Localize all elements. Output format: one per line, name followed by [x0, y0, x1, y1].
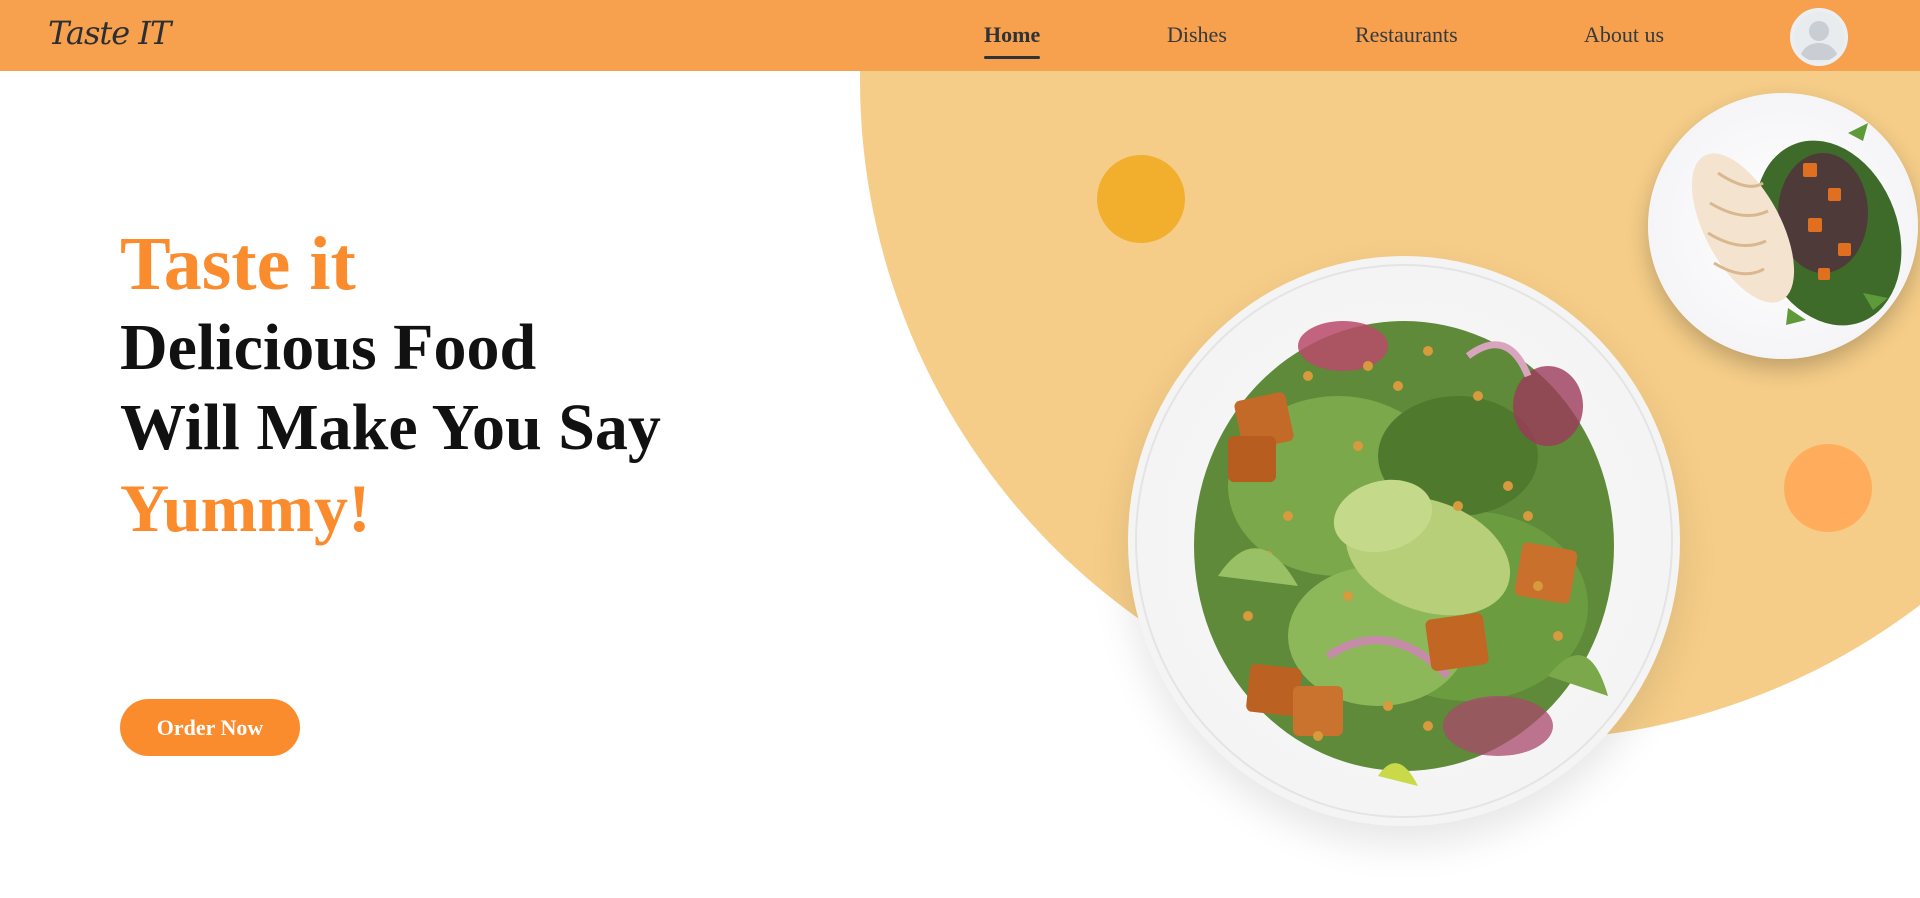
landing-page: Taste IT Home Dishes Restaurants About u… [0, 0, 1920, 898]
hero-line-yummy: Yummy! [120, 470, 371, 546]
active-nav-underline [984, 56, 1041, 59]
nav-dishes[interactable]: Dishes [1167, 22, 1227, 48]
hero-line-delicious-food: Delicious Food [120, 311, 537, 384]
decorative-dot-gold [1097, 155, 1185, 243]
brand-logo[interactable]: Taste IT [48, 14, 171, 52]
nav-home-label: Home [984, 22, 1041, 47]
nav-about-us[interactable]: About us [1584, 22, 1664, 48]
order-now-button[interactable]: Order Now [120, 699, 300, 756]
nav-dishes-label: Dishes [1167, 22, 1227, 47]
decorative-dot-orange [1784, 444, 1872, 532]
salad-plate-image [1128, 256, 1680, 826]
nav-home[interactable]: Home [984, 22, 1041, 59]
hero-line-taste-it: Taste it [120, 222, 356, 306]
nav-restaurants[interactable]: Restaurants [1355, 22, 1458, 48]
chicken-plate-image [1648, 93, 1918, 359]
user-avatar-icon[interactable] [1790, 8, 1848, 66]
hero-heading: Taste it Delicious Food Will Make You Sa… [120, 220, 661, 548]
nav-restaurants-label: Restaurants [1355, 22, 1458, 47]
nav-about-us-label: About us [1584, 22, 1665, 47]
chicken-salad-illustration [1691, 123, 1902, 326]
salad-illustration [1135, 264, 1673, 818]
hero-line-make-you-say: Will Make You Say [120, 391, 661, 464]
user-silhouette-icon [1799, 21, 1839, 60]
top-navbar: Taste IT Home Dishes Restaurants About u… [0, 0, 1920, 71]
